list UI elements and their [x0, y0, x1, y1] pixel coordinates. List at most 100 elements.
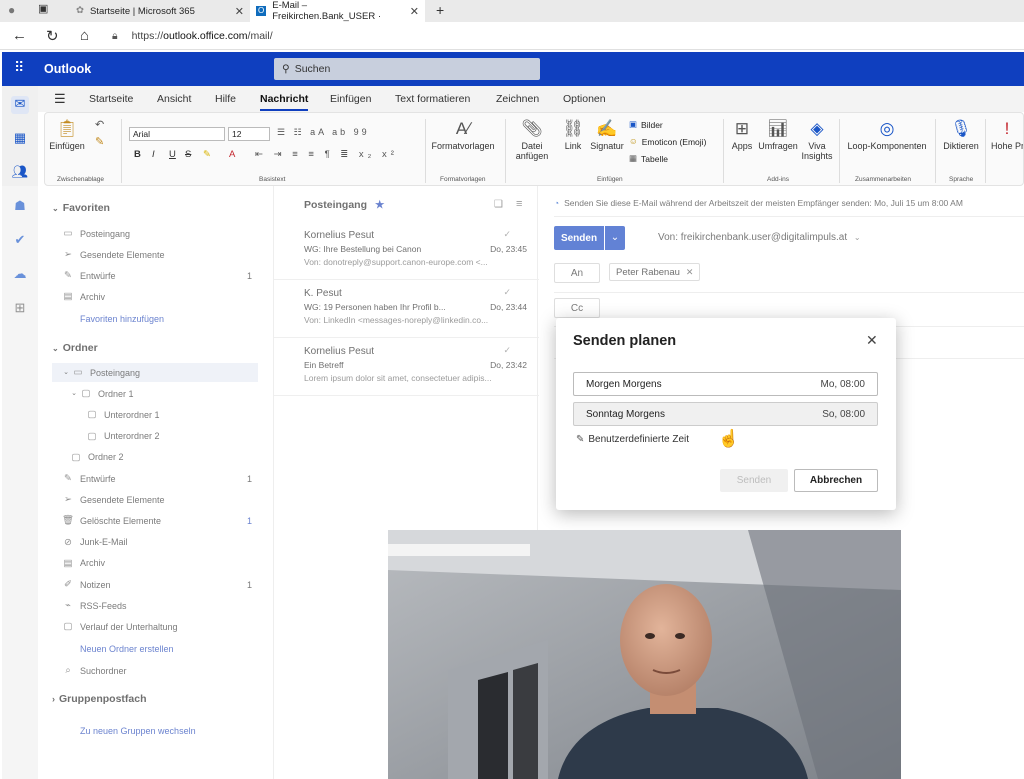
indent-align-icons[interactable]: ⇤ ⇥ ≡ ≡ ¶ ≣ x₂ x²	[255, 149, 398, 160]
tab-label: E-Mail – Freikirchen.Bank_USER ·	[272, 0, 381, 22]
dictate-button[interactable]: 🎙︎ Diktieren	[941, 119, 981, 151]
search-input[interactable]: ⚲ Suchen	[274, 58, 540, 80]
paste-label: Einfügen	[49, 141, 85, 151]
tab-hilfe[interactable]: Hilfe	[215, 93, 236, 105]
ribbon: 📋︎ Einfügen ↶ ✎ Zwischenablage Arial 12 …	[44, 112, 1024, 186]
m365-favicon-icon: ✿	[76, 5, 84, 17]
undo-icon[interactable]: ↶	[95, 120, 104, 131]
loop-icon: ◎	[879, 119, 895, 138]
close-tab-icon[interactable]: ✕	[235, 5, 244, 18]
font-name-select[interactable]: Arial	[129, 127, 225, 141]
ribbon-separator	[935, 119, 936, 183]
tab-zeichnen[interactable]: Zeichnen	[496, 93, 539, 105]
dialog-cancel-button[interactable]: Abbrechen	[794, 469, 878, 492]
tab-label: Startseite | Microsoft 365	[89, 5, 195, 17]
highlight-icon[interactable]: ✎	[203, 149, 211, 160]
format-painter-icon[interactable]: ✎	[95, 137, 104, 148]
new-tab-icon[interactable]: +	[436, 3, 444, 17]
tab-optionen[interactable]: Optionen	[563, 93, 606, 105]
high-priority-button[interactable]: ! Hohe Priorität	[991, 119, 1023, 151]
italic-icon[interactable]: I	[152, 149, 155, 160]
back-icon[interactable]: ←	[12, 27, 27, 44]
home-icon[interactable]: ⌂	[80, 27, 89, 44]
option-sunday-morning[interactable]: Sonntag Morgens So, 08:00	[573, 402, 878, 426]
url-scheme: https://	[131, 30, 164, 42]
table-button[interactable]: ▦ Tabelle	[629, 154, 668, 164]
refresh-icon[interactable]: ↻	[46, 27, 59, 45]
tab-text-formatieren[interactable]: Text formatieren	[395, 93, 470, 105]
font-color-icon[interactable]: A	[229, 149, 235, 160]
outlook-favicon-icon: O	[256, 6, 267, 16]
priority-icon: !	[1004, 119, 1010, 138]
link-button[interactable]: ⛓ Link	[559, 119, 587, 151]
attach-file-button[interactable]: 📎︎ Datei anfügen	[511, 119, 553, 161]
dialog-send-button[interactable]: Senden	[720, 469, 788, 492]
tab-startseite[interactable]: Startseite	[89, 93, 133, 105]
underline-icon[interactable]: U	[169, 149, 176, 160]
picture-icon: ▣	[629, 119, 638, 129]
viva-label: Viva Insights	[801, 141, 833, 161]
people-icon[interactable]: 👥︎	[11, 164, 29, 182]
priority-label: Hohe Priorität	[991, 141, 1023, 151]
search-placeholder: Suchen	[294, 63, 331, 75]
calendar-icon[interactable]: ▦	[11, 130, 29, 148]
viva-icon: ◈	[810, 119, 824, 138]
microphone-icon: 🎙︎	[950, 119, 972, 138]
link-label: Link	[564, 141, 582, 151]
pictures-label: Bilder	[641, 120, 663, 130]
option-tomorrow-morning[interactable]: Morgen Morgens Mo, 08:00	[573, 372, 878, 396]
styles-button[interactable]: A∕ Formatvorlagen	[431, 119, 495, 151]
url-host: outlook.office.com	[163, 30, 248, 42]
group-label-speech: Sprache	[949, 176, 974, 183]
option-label: Morgen Morgens	[586, 378, 662, 390]
hand-cursor-icon: ☝	[718, 429, 740, 448]
app-brand[interactable]: Outlook	[44, 62, 91, 76]
browser-tab-outlook[interactable]: O E-Mail – Freikirchen.Bank_USER · ✕	[250, 0, 425, 22]
apps-button[interactable]: ⊞ Apps	[729, 119, 755, 151]
emoji-label: Emoticon (Emoji)	[641, 137, 707, 147]
styles-label: Formatvorlagen	[431, 141, 495, 151]
group-label-insert: Einfügen	[597, 176, 623, 183]
tab-einfuegen[interactable]: Einfügen	[330, 93, 371, 105]
search-icon: ⚲	[282, 62, 290, 75]
bold-icon[interactable]: B	[134, 149, 141, 160]
option-time: So, 08:00	[822, 408, 865, 420]
loop-label: Loop-Komponenten	[847, 141, 927, 151]
browser-tab-m365[interactable]: ✿ Startseite | Microsoft 365 ✕	[70, 0, 250, 22]
pictures-button[interactable]: ▣ Bilder	[629, 120, 663, 130]
custom-time-button[interactable]: ✎ Benutzerdefinierte Zeit	[576, 434, 689, 445]
tab-actions-icon[interactable]: ▣	[38, 4, 48, 15]
signature-label: Signatur	[590, 141, 624, 151]
ribbon-separator	[505, 119, 506, 183]
polls-button[interactable]: 📊︎ Umfragen	[757, 119, 799, 151]
app-launcher-icon[interactable]: ⠿	[14, 60, 24, 74]
hamburger-icon[interactable]: ☰	[54, 92, 66, 105]
ribbon-separator	[723, 119, 724, 183]
link-icon: ⛓	[562, 119, 584, 138]
list-format-icons[interactable]: ☰ ☷ aA ab 99	[277, 127, 370, 138]
close-tab-icon[interactable]: ✕	[410, 5, 419, 18]
group-label-basic-text: Basistext	[259, 176, 286, 183]
profile-icon[interactable]: ●	[8, 4, 15, 16]
option-time: Mo, 08:00	[820, 378, 865, 390]
custom-time-label: Benutzerdefinierte Zeit	[588, 434, 690, 445]
font-size-select[interactable]: 12	[228, 127, 270, 141]
ribbon-separator	[985, 119, 986, 183]
mail-icon[interactable]: ✉	[11, 96, 29, 114]
emoji-icon: ☺	[629, 136, 638, 146]
viva-insights-button[interactable]: ◈ Viva Insights	[801, 119, 833, 161]
strikethrough-icon[interactable]: S	[185, 149, 191, 160]
tab-nachricht[interactable]: Nachricht	[260, 93, 309, 111]
group-label-clipboard: Zwischenablage	[57, 176, 104, 183]
emoji-button[interactable]: ☺ Emoticon (Emoji)	[629, 137, 706, 147]
url-field[interactable]: 🔒︎ https://outlook.office.com/mail/	[112, 25, 1012, 47]
dialog-title: Senden planen	[573, 333, 677, 349]
webcam-video	[388, 530, 901, 779]
signature-button[interactable]: ✍ Signatur	[589, 119, 625, 151]
loop-components-button[interactable]: ◎ Loop-Komponenten	[845, 119, 929, 151]
tab-ansicht[interactable]: Ansicht	[157, 93, 191, 105]
group-label-collab: Zusammenarbeiten	[855, 176, 911, 183]
signature-icon: ✍	[596, 119, 618, 138]
paste-button[interactable]: 📋︎ Einfügen	[49, 119, 85, 151]
close-icon[interactable]: ✕	[866, 333, 878, 347]
